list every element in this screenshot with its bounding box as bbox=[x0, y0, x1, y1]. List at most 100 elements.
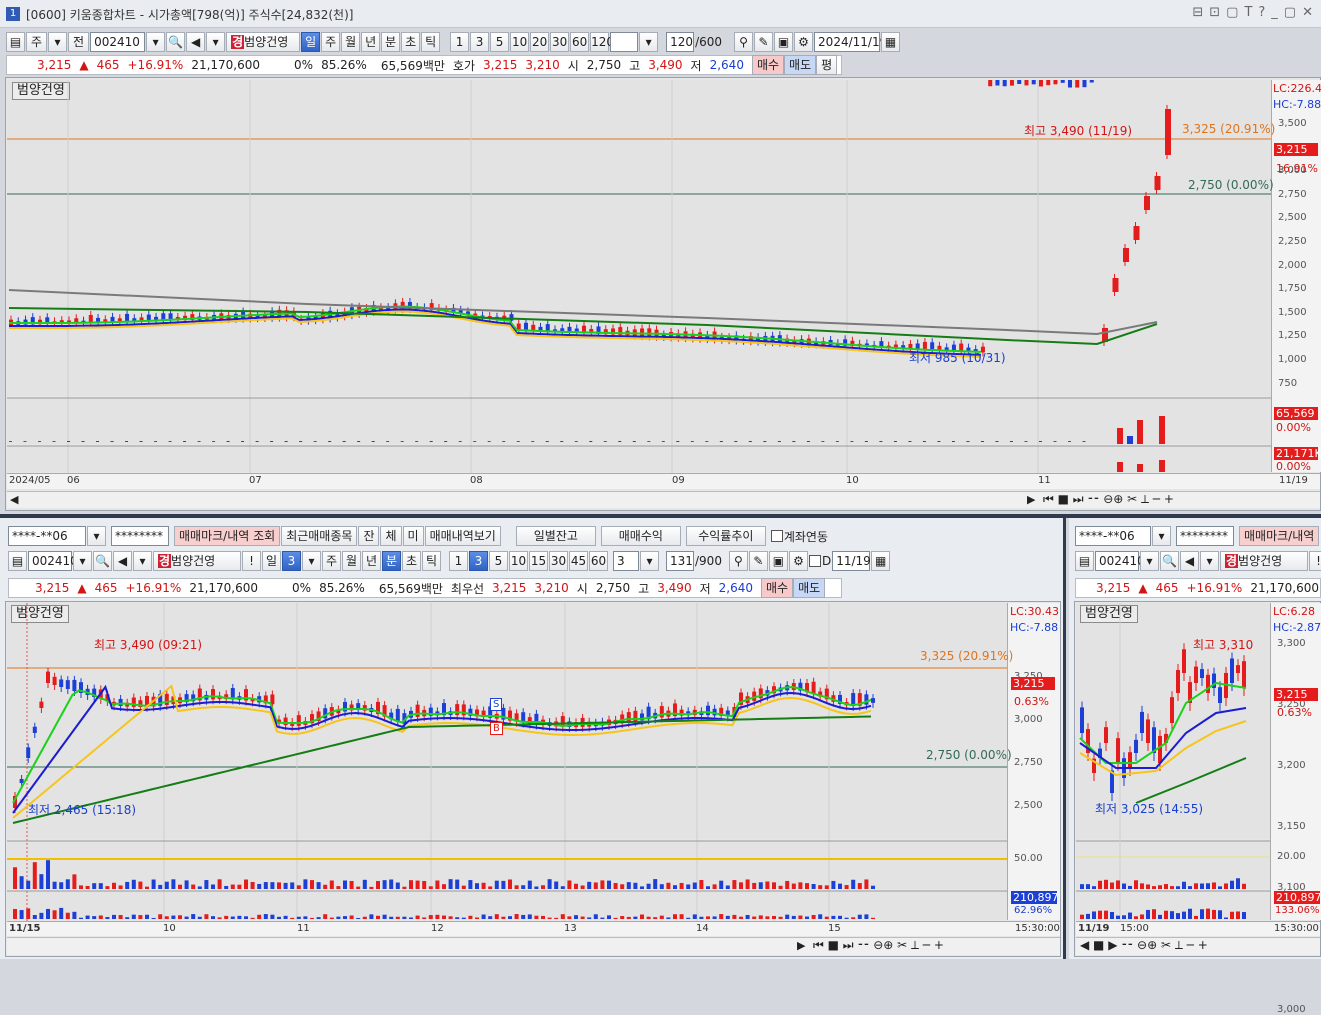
tab-minute[interactable]: 분 bbox=[381, 32, 401, 52]
play-controls[interactable]: ⏮ ■ ⏭ ⁃⁃ ⊖⊕ ✂ ⟂ ─ + bbox=[813, 938, 944, 953]
prev-button[interactable]: 전 bbox=[68, 32, 90, 52]
interval-5[interactable]: 5 bbox=[490, 32, 510, 52]
code-input[interactable]: 002410 bbox=[28, 551, 78, 571]
tab-minute[interactable]: 분 bbox=[382, 551, 401, 571]
interval-60[interactable]: 60 bbox=[570, 32, 590, 52]
count-input[interactable]: 131 bbox=[666, 551, 694, 571]
interval-1[interactable]: 1 bbox=[449, 551, 468, 571]
interval-30[interactable]: 30 bbox=[550, 32, 570, 52]
tab-day[interactable]: 일 bbox=[262, 551, 281, 571]
dropdown-icon[interactable]: ▾ bbox=[73, 551, 92, 571]
top-scrollbar[interactable]: ◀ ▶ ⏮ ■ ⏭ ⁃⁃ ⊖⊕ ✂ ⟂ ─ + bbox=[7, 491, 1320, 508]
interval-60[interactable]: 60 bbox=[589, 551, 608, 571]
gear-icon[interactable]: ⚙ bbox=[788, 551, 808, 571]
alert-icon[interactable]: ! bbox=[242, 551, 261, 571]
buy-button[interactable]: 매수 bbox=[751, 55, 785, 75]
play-controls[interactable]: ◀ ■ ▶ ⁃⁃ ⊖⊕ ✂ ⟂ ─ + bbox=[1080, 938, 1208, 953]
tab-tick[interactable]: 틱 bbox=[422, 551, 441, 571]
daily-balance-tab[interactable]: 일별잔고 bbox=[515, 526, 596, 546]
tab-day[interactable]: 일 bbox=[301, 32, 321, 52]
speaker-icon[interactable]: ◀ bbox=[113, 551, 132, 571]
tab-month[interactable]: 월 bbox=[342, 551, 361, 571]
password-input[interactable]: ******** bbox=[1176, 526, 1234, 546]
stock-name[interactable]: 경범양건영 bbox=[226, 32, 301, 52]
scroll-left-icon[interactable]: ◀ bbox=[10, 493, 18, 506]
interval-3[interactable]: 3 bbox=[470, 32, 490, 52]
play-controls[interactable]: ⏮ ■ ⏭ ⁃⁃ ⊖⊕ ✂ ⟂ ─ + bbox=[1043, 492, 1174, 507]
alert-icon[interactable]: ! bbox=[1309, 551, 1321, 571]
scroll-right-icon[interactable]: ▶ bbox=[797, 939, 805, 952]
layout-icon[interactable]: ▤ bbox=[6, 32, 25, 52]
count-input[interactable]: 120 bbox=[666, 32, 695, 52]
speaker-icon[interactable]: ◀ bbox=[186, 32, 206, 52]
interval-20[interactable]: 20 bbox=[530, 32, 550, 52]
window-control-icon[interactable]: ▢ bbox=[1226, 5, 1238, 20]
scroll-right-icon[interactable]: ▶ bbox=[1027, 493, 1035, 506]
layout-icon[interactable]: ▤ bbox=[8, 551, 27, 571]
code-input[interactable]: 002410 bbox=[90, 32, 146, 52]
save-icon[interactable]: ▣ bbox=[768, 551, 788, 571]
recent-trade-button[interactable]: 최근매매종목 bbox=[281, 526, 358, 546]
tab-second[interactable]: 초 bbox=[402, 551, 421, 571]
save-icon[interactable]: ▣ bbox=[774, 32, 794, 52]
trade-history-button[interactable]: 매매내역보기 bbox=[424, 526, 501, 546]
trade-mark-button[interactable]: 매매마크/내역 bbox=[1239, 526, 1320, 546]
search-icon[interactable]: 🔍 bbox=[1160, 551, 1179, 571]
tab-week[interactable]: 주 bbox=[321, 32, 341, 52]
dropdown-icon[interactable]: ▾ bbox=[639, 32, 659, 52]
window-control-icon[interactable]: T bbox=[1244, 5, 1252, 20]
d-checkbox[interactable] bbox=[808, 555, 821, 567]
filled-button[interactable]: 체 bbox=[380, 526, 402, 546]
return-trend-tab[interactable]: 수익률추이 bbox=[685, 526, 766, 546]
tool-icon[interactable]: ✎ bbox=[754, 32, 774, 52]
calendar-icon[interactable]: ▦ bbox=[881, 32, 901, 52]
dropdown-icon[interactable]: ▾ bbox=[48, 32, 68, 52]
maximize-icon[interactable]: ▢ bbox=[1284, 5, 1296, 20]
tab-tick[interactable]: 틱 bbox=[421, 32, 441, 52]
dropdown-icon[interactable]: ▾ bbox=[133, 551, 152, 571]
left-scrollbar[interactable]: ▶ ⏮ ■ ⏭ ⁃⁃ ⊖⊕ ✂ ⟂ ─ + bbox=[7, 937, 1060, 955]
gear-icon[interactable]: ⚙ bbox=[794, 32, 814, 52]
minimize-icon[interactable]: _ bbox=[1271, 5, 1278, 20]
dropdown-icon[interactable]: ▾ bbox=[1200, 551, 1219, 571]
search-icon[interactable]: 🔍 bbox=[93, 551, 112, 571]
flat-button[interactable]: 평 bbox=[816, 55, 838, 75]
speaker-icon[interactable]: ◀ bbox=[1180, 551, 1199, 571]
interval-45[interactable]: 45 bbox=[569, 551, 588, 571]
tab-year[interactable]: 년 bbox=[362, 551, 381, 571]
dropdown-icon[interactable]: ▾ bbox=[1152, 526, 1171, 546]
dropdown-icon[interactable]: ▾ bbox=[206, 32, 226, 52]
sell-button[interactable]: 매도 bbox=[793, 578, 826, 598]
trade-profit-tab[interactable]: 매매수익 bbox=[600, 526, 681, 546]
interval-10[interactable]: 10 bbox=[510, 32, 530, 52]
window-control-icon[interactable]: ⊟ bbox=[1192, 5, 1203, 20]
account-input[interactable]: ****-**06 bbox=[1075, 526, 1151, 546]
tab-month[interactable]: 월 bbox=[341, 32, 361, 52]
interval-30[interactable]: 30 bbox=[549, 551, 568, 571]
date-input[interactable]: 11/19 bbox=[832, 551, 871, 571]
layout-icon[interactable]: ▤ bbox=[1075, 551, 1094, 571]
interval-15[interactable]: 15 bbox=[529, 551, 548, 571]
interval-input[interactable] bbox=[610, 32, 639, 52]
date-input[interactable]: 2024/11/19 bbox=[814, 32, 887, 52]
dropdown-icon[interactable]: ▾ bbox=[640, 551, 659, 571]
window-control-icon[interactable]: ⊡ bbox=[1209, 5, 1220, 20]
balance-button[interactable]: 잔 bbox=[358, 526, 380, 546]
interval-120[interactable]: 120 bbox=[590, 32, 614, 52]
tab-second[interactable]: 초 bbox=[401, 32, 421, 52]
stock-name[interactable]: 경범양건영 bbox=[153, 551, 241, 571]
interval-5[interactable]: 5 bbox=[489, 551, 508, 571]
buy-button[interactable]: 매수 bbox=[760, 578, 794, 598]
dropdown-icon[interactable]: ▾ bbox=[146, 32, 166, 52]
password-input[interactable]: ******** bbox=[111, 526, 169, 546]
trade-mark-button[interactable]: 매매마크/내역 조회 bbox=[174, 526, 281, 546]
account-input[interactable]: ****-**06 bbox=[8, 526, 86, 546]
interval-3[interactable]: 3 bbox=[469, 551, 488, 571]
indicator-icon[interactable]: ⚲ bbox=[734, 32, 754, 52]
tab-week[interactable]: 주 bbox=[322, 551, 341, 571]
code-input[interactable]: 002410 bbox=[1095, 551, 1145, 571]
dropdown-icon[interactable]: ▾ bbox=[1140, 551, 1159, 571]
dropdown-icon[interactable]: ▾ bbox=[87, 526, 106, 546]
tab-interval[interactable]: 3 bbox=[282, 551, 301, 571]
close-icon[interactable]: ✕ bbox=[1302, 5, 1313, 20]
